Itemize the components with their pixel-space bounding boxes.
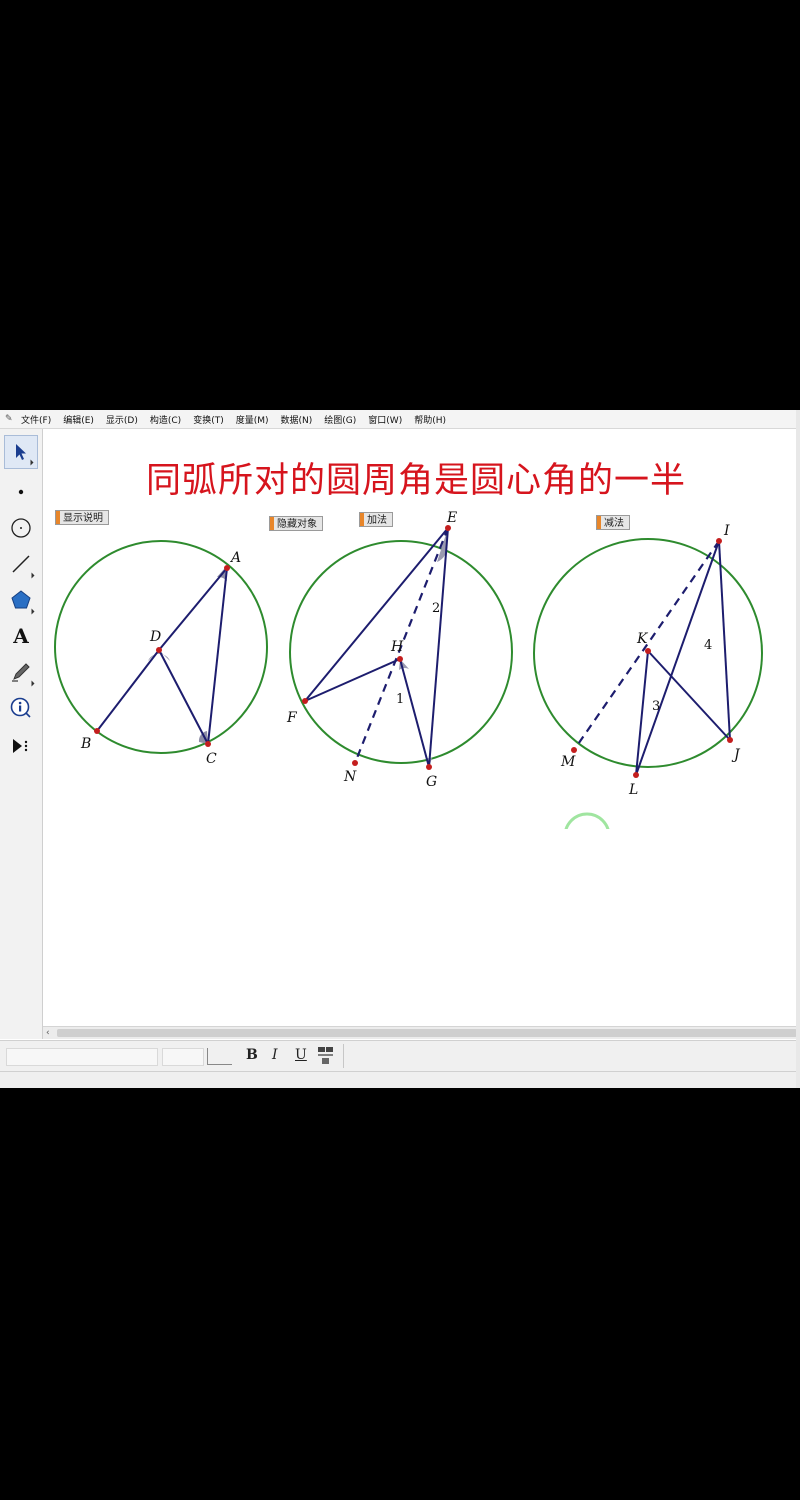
scroll-left-icon[interactable]: ‹ xyxy=(46,1027,50,1039)
marker-tool[interactable] xyxy=(4,655,38,689)
point-b[interactable] xyxy=(94,728,100,734)
figure-2: E F G H N 1 2 xyxy=(286,510,513,790)
label-j: J xyxy=(731,747,741,763)
segment-ef[interactable] xyxy=(304,527,449,702)
window-right-edge xyxy=(796,410,800,1088)
sketchpad-window: ✎ 文件(F) 编辑(E) 显示(D) 构造(C) 变换(T) 度量(M) 数据… xyxy=(0,410,800,1088)
point-j[interactable] xyxy=(727,737,733,743)
label-b: B xyxy=(80,736,91,752)
menu-bar: ✎ 文件(F) 编辑(E) 显示(D) 构造(C) 变换(T) 度量(M) 数据… xyxy=(0,410,800,429)
horizontal-scrollbar[interactable]: ‹ xyxy=(43,1026,800,1039)
arrow-pointer-icon xyxy=(16,444,26,460)
status-bar xyxy=(0,1071,800,1088)
math-format-icon[interactable] xyxy=(316,1045,336,1067)
label-c: C xyxy=(206,751,217,767)
point-k[interactable] xyxy=(645,648,651,654)
compass-tool[interactable] xyxy=(4,511,38,545)
menu-window[interactable]: 窗口(W) xyxy=(368,413,402,426)
label-k: K xyxy=(636,631,649,647)
point-f[interactable] xyxy=(302,698,308,704)
font-size-select[interactable] xyxy=(162,1048,204,1066)
label-d: D xyxy=(149,629,161,645)
label-l: L xyxy=(628,782,638,798)
menu-help[interactable]: 帮助(H) xyxy=(414,413,446,426)
angle-label-1: 1 xyxy=(396,692,404,707)
point-n[interactable] xyxy=(352,760,358,766)
menu-measure[interactable]: 度量(M) xyxy=(236,413,269,426)
sketch-canvas[interactable]: 同弧所对的圆周角是圆心角的一半 显示说明 隐藏对象 加法 减法 A B C D … xyxy=(43,429,800,1034)
geometry-drawing: A B C D E F G H N 1 2 I J K L M 3 4 xyxy=(54,510,763,829)
toolbar-divider xyxy=(343,1044,344,1068)
figure-3: I J K L M 3 4 xyxy=(533,523,763,798)
segment-dc[interactable] xyxy=(158,649,209,745)
segment-hf[interactable] xyxy=(304,658,401,702)
menu-display[interactable]: 显示(D) xyxy=(106,413,138,426)
label-a: A xyxy=(229,550,241,566)
point-tool[interactable] xyxy=(4,475,38,509)
menu-graph[interactable]: 绘图(G) xyxy=(324,413,356,426)
circle-icon xyxy=(11,518,31,538)
menu-edit[interactable]: 编辑(E) xyxy=(63,413,94,426)
menu-file[interactable]: 文件(F) xyxy=(21,413,51,426)
selection-arrow-tool[interactable] xyxy=(4,435,38,469)
font-size-dropdown[interactable] xyxy=(207,1048,232,1065)
mouse-cursor xyxy=(564,812,610,829)
information-tool[interactable] xyxy=(4,691,38,725)
segment-il[interactable] xyxy=(635,540,720,776)
angle-label-2: 2 xyxy=(432,601,440,616)
label-i: I xyxy=(723,523,730,539)
italic-button[interactable]: I xyxy=(272,1047,278,1063)
point-icon xyxy=(18,489,24,495)
figure-1: A B C D xyxy=(54,540,268,767)
pencil-icon xyxy=(12,663,30,682)
menu-construct[interactable]: 构造(C) xyxy=(150,413,181,426)
point-h[interactable] xyxy=(397,656,403,662)
toolbox: A xyxy=(0,429,43,1039)
point-d[interactable] xyxy=(156,647,162,653)
segment-db[interactable] xyxy=(96,649,160,732)
bold-button[interactable]: B xyxy=(246,1047,258,1063)
play-custom-icon xyxy=(13,739,28,753)
info-icon xyxy=(10,697,31,718)
text-formatting-bar: B I U xyxy=(0,1040,800,1071)
angle-label-4: 4 xyxy=(704,638,712,653)
straightedge-tool[interactable] xyxy=(4,547,38,581)
segment-da[interactable] xyxy=(158,567,228,651)
segment-ac[interactable] xyxy=(207,567,228,745)
label-h: H xyxy=(390,639,404,655)
menu-transform[interactable]: 变换(T) xyxy=(193,413,224,426)
pentagon-icon xyxy=(11,590,31,609)
angle-label-3: 3 xyxy=(652,699,660,714)
label-g: G xyxy=(426,774,437,790)
text-tool[interactable]: A xyxy=(4,619,38,653)
point-g[interactable] xyxy=(426,764,432,770)
point-c[interactable] xyxy=(205,741,211,747)
label-e: E xyxy=(446,510,457,526)
scrollbar-thumb[interactable] xyxy=(57,1029,797,1037)
polygon-tool[interactable] xyxy=(4,583,38,617)
menu-data[interactable]: 数据(N) xyxy=(281,413,313,426)
app-icon[interactable]: ✎ xyxy=(5,414,15,424)
point-m[interactable] xyxy=(571,747,577,753)
line-segment-icon xyxy=(12,555,30,573)
text-a-icon: A xyxy=(13,624,29,648)
custom-tool[interactable] xyxy=(4,729,38,763)
point-a[interactable] xyxy=(224,565,230,571)
label-n: N xyxy=(343,769,357,785)
underline-button[interactable]: U xyxy=(295,1047,307,1063)
segment-eg[interactable] xyxy=(428,527,449,768)
point-i[interactable] xyxy=(716,538,722,544)
label-m: M xyxy=(560,754,576,770)
label-f: F xyxy=(286,710,298,726)
segment-hg[interactable] xyxy=(399,658,430,768)
segment-kj[interactable] xyxy=(647,650,731,741)
point-l[interactable] xyxy=(633,772,639,778)
cursor-highlight-ring xyxy=(564,812,610,829)
font-family-select[interactable] xyxy=(6,1048,158,1066)
